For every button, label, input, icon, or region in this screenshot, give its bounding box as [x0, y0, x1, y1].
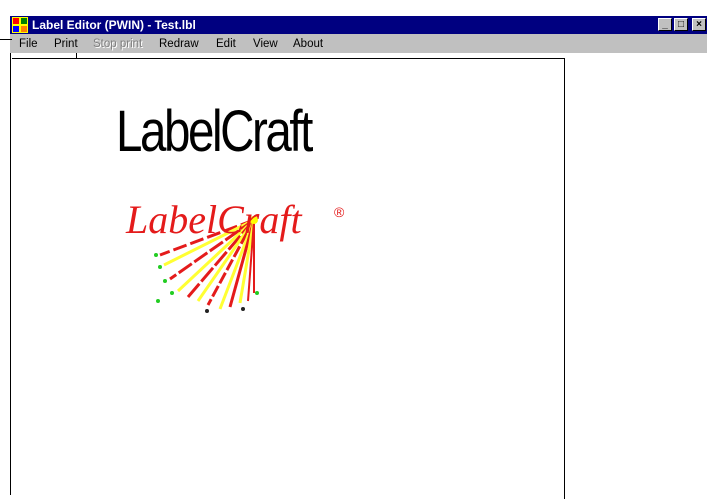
maximize-button[interactable]: □ [674, 18, 688, 31]
title-bar: Label Editor (PWIN) - Test.lbl _ □ × [10, 16, 707, 34]
window-title: Label Editor (PWIN) - Test.lbl [32, 18, 196, 32]
menu-stop-print: Stop print [93, 38, 143, 50]
labelcraft-logo[interactable]: LabelCraft ® [122, 193, 372, 323]
minimize-icon: _ [662, 19, 668, 30]
menu-edit[interactable]: Edit [216, 37, 236, 51]
app-icon[interactable] [12, 17, 28, 33]
maximize-icon: □ [677, 19, 685, 30]
logo-wordmark: LabelCraft [125, 197, 302, 242]
registered-mark: ® [334, 204, 345, 220]
menu-redraw[interactable]: Redraw [159, 37, 199, 51]
menu-bar: File Print Stop print Redraw Edit View A… [10, 34, 707, 53]
menu-print[interactable]: Print [54, 37, 78, 51]
close-button[interactable]: × [692, 18, 706, 31]
menu-view[interactable]: View [253, 37, 278, 51]
label-text-heading[interactable]: LabelCraft [116, 100, 329, 164]
close-icon: × [696, 19, 702, 30]
menu-file[interactable]: File [19, 37, 38, 51]
minimize-button[interactable]: _ [658, 18, 672, 31]
menu-about[interactable]: About [293, 37, 323, 51]
guide-line [0, 39, 12, 40]
